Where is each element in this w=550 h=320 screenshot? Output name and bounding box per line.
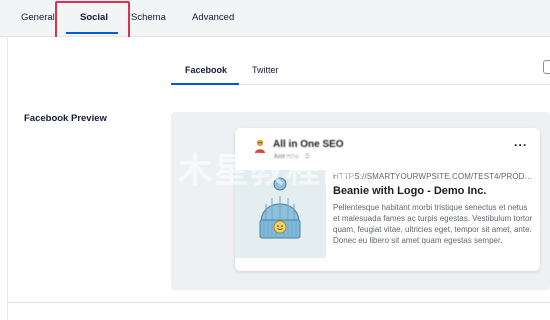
highlight-annotation-box [55,1,130,40]
mobile-preview-icon[interactable] [543,60,550,74]
tab-twitter[interactable]: Twitter [252,65,279,75]
post-description: Pellentesque habitant morbi tristique se… [333,203,533,245]
post-meta: Just now · ⚙ [273,153,311,160]
site-avatar-icon [255,139,265,153]
tab-advanced[interactable]: Advanced [192,12,234,23]
beanie-image [259,177,301,239]
site-name: All in One SEO [273,139,344,150]
facebook-preview-label: Facebook Preview [24,113,107,124]
post-image [235,170,326,258]
active-subtab-indicator [171,83,239,85]
post-title: Beanie with Logo - Demo Inc. [333,185,487,197]
section-divider [7,302,550,303]
post-url: HTTPS://SMARTYOURWPSITE.COM/TEST4/PRODUC… [333,172,533,181]
tab-facebook[interactable]: Facebook [185,65,227,75]
tab-schema[interactable]: Schema [131,12,166,23]
more-horizontal-icon[interactable]: ··· [514,139,528,151]
tab-general[interactable]: General [21,12,55,23]
